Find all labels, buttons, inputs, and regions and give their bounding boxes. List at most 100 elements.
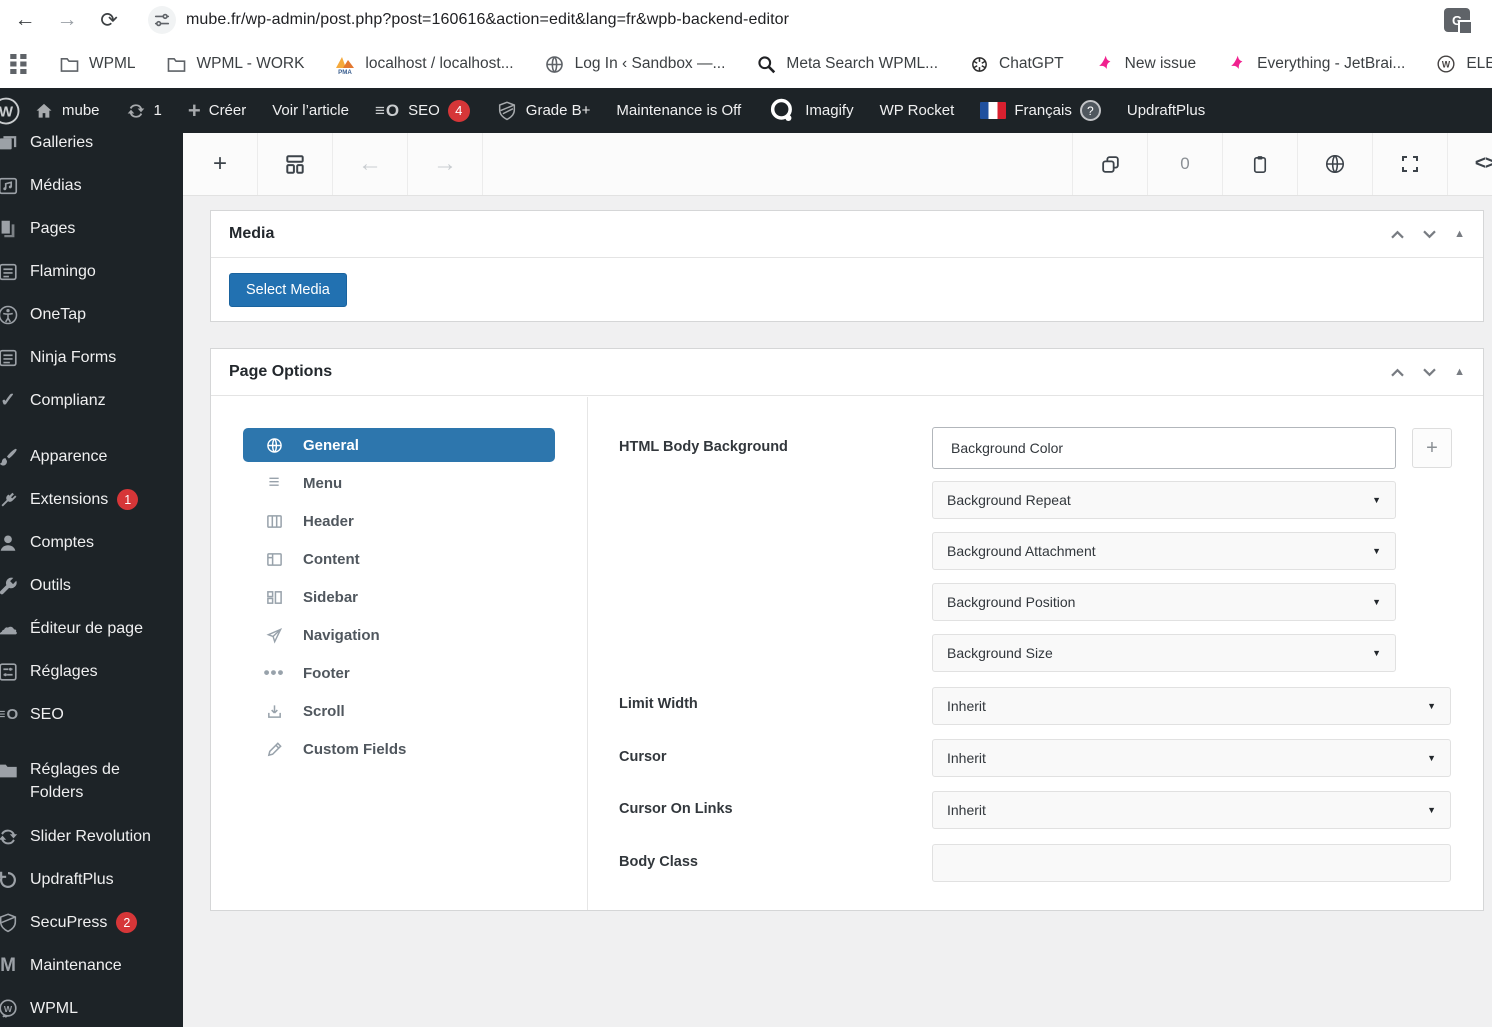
- move-down-icon[interactable]: [1422, 229, 1437, 240]
- sidebar-item-pages[interactable]: Pages: [0, 207, 183, 250]
- adminbar-new[interactable]: + Créer: [175, 88, 259, 133]
- bookmark-everything-jetbrains[interactable]: Everything - JetBrai...: [1226, 53, 1405, 75]
- sidebar-item-editeur-de-page[interactable]: ☁ Éditeur de page: [0, 607, 183, 650]
- move-up-icon[interactable]: [1390, 229, 1405, 240]
- sidebar-item-slider-revolution[interactable]: Slider Revolution: [0, 815, 183, 858]
- tab-custom-fields[interactable]: Custom Fields: [243, 732, 555, 766]
- tab-scroll[interactable]: Scroll: [243, 694, 555, 728]
- bookmark-chatgpt[interactable]: ChatGPT: [968, 53, 1064, 75]
- globe-button[interactable]: [1297, 133, 1372, 195]
- bookmark-label: Log In ‹ Sandbox —...: [574, 55, 726, 72]
- help-badge: ?: [1079, 100, 1101, 121]
- sidebar-item-complianz[interactable]: ✓ Complianz: [0, 379, 183, 422]
- adminbar-seo[interactable]: ≡O SEO 4: [362, 88, 483, 133]
- sidebar-item-galleries[interactable]: Galleries: [0, 133, 183, 164]
- feedback-form-icon: [0, 259, 21, 285]
- site-info-icon[interactable]: [148, 6, 176, 34]
- update-icon: [126, 101, 146, 121]
- sidebar-item-apparence[interactable]: Apparence: [0, 435, 183, 478]
- tab-menu[interactable]: ≡ Menu: [243, 466, 555, 500]
- bookmark-meta-search[interactable]: Meta Search WPML...: [755, 53, 938, 75]
- bookmark-label: ChatGPT: [999, 55, 1064, 72]
- sidebar-item-ninja-forms[interactable]: Ninja Forms: [0, 336, 183, 379]
- sidebar-item-seo[interactable]: ≡O SEO: [0, 693, 183, 736]
- adminbar-maintenance[interactable]: Maintenance is Off: [603, 88, 754, 133]
- url-bar[interactable]: mube.fr/wp-admin/post.php?post=160616&ac…: [186, 11, 1444, 29]
- sidebar-item-reglages-de-folders[interactable]: Réglages de Folders: [0, 749, 183, 815]
- sidebar-item-updraftplus[interactable]: UpdraftPlus: [0, 858, 183, 901]
- adminbar-wprocket[interactable]: WP Rocket: [867, 88, 968, 133]
- redo-button[interactable]: →: [408, 133, 483, 195]
- apps-grid-icon[interactable]: [10, 54, 28, 74]
- add-background-button[interactable]: +: [1412, 428, 1452, 468]
- background-size-select[interactable]: Background Size ▼: [932, 634, 1396, 672]
- templates-button[interactable]: [258, 133, 333, 195]
- bookmark-login-sandbox[interactable]: Log In ‹ Sandbox —...: [544, 53, 726, 75]
- copy-button[interactable]: [1072, 133, 1147, 195]
- caret-down-icon: ▼: [1372, 495, 1381, 505]
- toggle-panel-icon[interactable]: ▲: [1454, 366, 1465, 378]
- bookmark-elementor-pro[interactable]: W ELEMENTOR PRO: [1435, 53, 1492, 75]
- move-up-icon[interactable]: [1390, 367, 1405, 378]
- sidebar-item-wpml[interactable]: W WPML: [0, 987, 183, 1027]
- adminbar-updates[interactable]: 1: [113, 88, 175, 133]
- sidebar-item-maintenance[interactable]: M Maintenance: [0, 944, 183, 987]
- media-metabox-header[interactable]: Media ▲: [211, 211, 1483, 258]
- sidebar-item-onetap[interactable]: OneTap: [0, 293, 183, 336]
- browser-forward-button[interactable]: →: [50, 3, 84, 37]
- french-flag-icon: [980, 102, 1007, 119]
- bookmark-label: localhost / localhost...: [365, 55, 514, 72]
- seo-notification-badge: 4: [447, 99, 470, 122]
- adminbar-updraftplus[interactable]: UpdraftPlus: [1114, 88, 1218, 133]
- cursor-on-links-select[interactable]: Inherit ▼: [932, 791, 1451, 829]
- bookmark-wpml-work[interactable]: WPML - WORK: [166, 53, 304, 75]
- sidebar-item-extensions[interactable]: Extensions 1: [0, 478, 183, 521]
- sidebar-item-outils[interactable]: Outils: [0, 564, 183, 607]
- sidebar-item-comptes[interactable]: Comptes: [0, 521, 183, 564]
- move-down-icon[interactable]: [1422, 367, 1437, 378]
- brush-icon: [0, 444, 21, 470]
- cloud-icon: ☁: [0, 618, 18, 639]
- background-position-select[interactable]: Background Position ▼: [932, 583, 1396, 621]
- sidebar-layout-icon: [265, 589, 283, 606]
- tab-sidebar[interactable]: Sidebar: [243, 580, 555, 614]
- browser-reload-button[interactable]: ⟳: [92, 3, 126, 37]
- add-element-button[interactable]: +: [183, 133, 258, 195]
- check-icon: ✓: [0, 390, 16, 411]
- sidebar-item-flamingo[interactable]: Flamingo: [0, 250, 183, 293]
- background-color-input[interactable]: [932, 427, 1396, 469]
- select-media-button[interactable]: Select Media: [229, 273, 347, 307]
- limit-width-select[interactable]: Inherit ▼: [932, 687, 1451, 725]
- adminbar-language[interactable]: Français ?: [967, 88, 1114, 133]
- bookmark-localhost[interactable]: PMA localhost / localhost...: [334, 53, 514, 75]
- cursor-select[interactable]: Inherit ▼: [932, 739, 1451, 777]
- code-view-button[interactable]: <>: [1447, 133, 1492, 195]
- adminbar-grade[interactable]: Grade B+: [483, 88, 604, 133]
- adminbar-imagify-label: Imagify: [805, 102, 854, 119]
- undo-button[interactable]: ←: [333, 133, 408, 195]
- sidebar-item-reglages[interactable]: Réglages: [0, 650, 183, 693]
- body-class-input[interactable]: [932, 844, 1451, 882]
- tab-footer[interactable]: ••• Footer: [243, 656, 555, 690]
- tab-general[interactable]: General: [243, 428, 555, 462]
- shield-icon: [496, 100, 518, 122]
- sidebar-item-secupress[interactable]: SecuPress 2: [0, 901, 183, 944]
- adminbar-view-post[interactable]: Voir l’article: [259, 88, 362, 133]
- bookmark-new-issue[interactable]: New issue: [1094, 53, 1196, 75]
- browser-back-button[interactable]: ←: [8, 3, 42, 37]
- fullscreen-button[interactable]: [1372, 133, 1447, 195]
- tab-content[interactable]: Content: [243, 542, 555, 576]
- background-repeat-select[interactable]: Background Repeat ▼: [932, 481, 1396, 519]
- sidebar-item-medias[interactable]: Médias: [0, 164, 183, 207]
- tab-header[interactable]: Header: [243, 504, 555, 538]
- clipboard-button[interactable]: [1222, 133, 1297, 195]
- page-options-header[interactable]: Page Options ▲: [211, 349, 1483, 396]
- adminbar-imagify[interactable]: Imagify: [754, 88, 866, 133]
- tab-navigation[interactable]: Navigation: [243, 618, 555, 652]
- background-attachment-select[interactable]: Background Attachment ▼: [932, 532, 1396, 570]
- adminbar-site[interactable]: mube: [21, 88, 113, 133]
- toggle-panel-icon[interactable]: ▲: [1454, 228, 1465, 240]
- translate-icon[interactable]: G: [1444, 8, 1473, 35]
- wordpress-logo-icon[interactable]: W: [0, 96, 21, 126]
- bookmark-wpml[interactable]: WPML: [58, 53, 136, 75]
